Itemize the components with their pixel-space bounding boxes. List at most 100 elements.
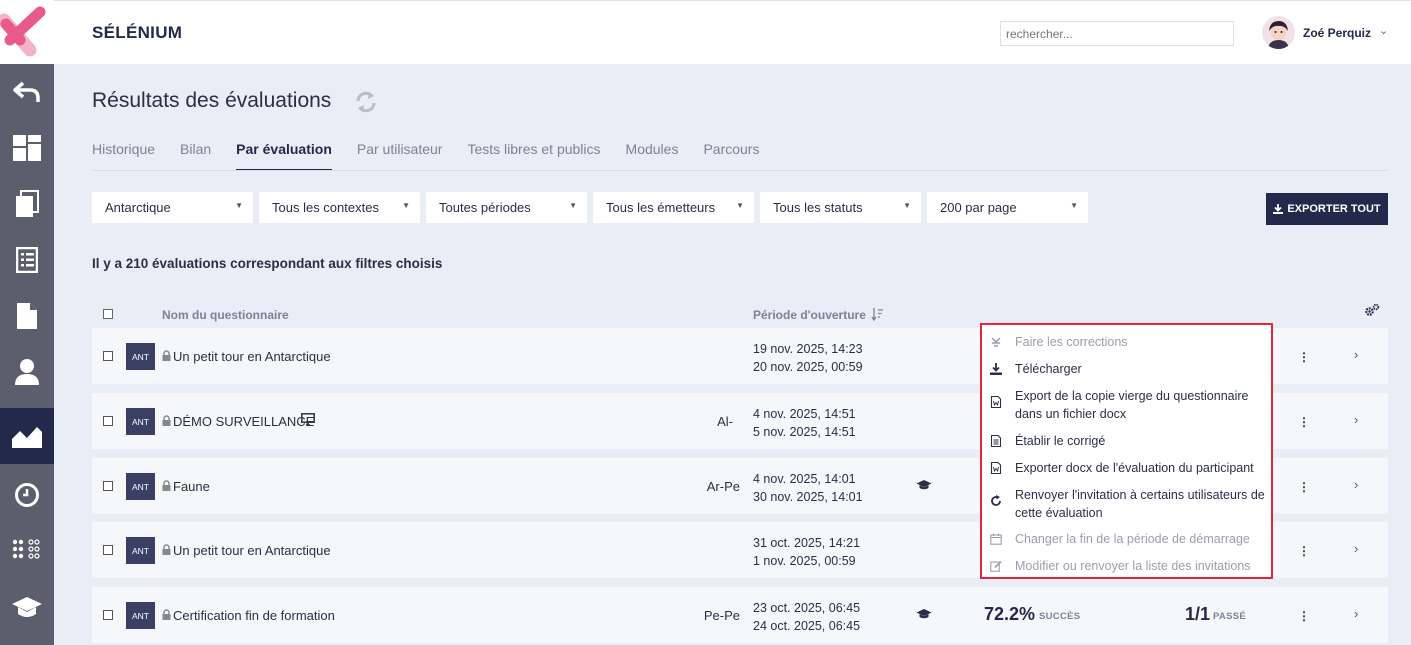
period-start: 4 nov. 2025, 14:51 bbox=[753, 407, 856, 421]
download-icon bbox=[1273, 204, 1284, 214]
user-icon[interactable] bbox=[0, 344, 54, 400]
filter-label: Tous les statuts bbox=[773, 200, 863, 215]
corrections-icon bbox=[991, 337, 1001, 347]
row-checkbox[interactable] bbox=[103, 481, 113, 491]
filter-status-select[interactable]: Tous les statuts ▼ bbox=[760, 192, 921, 223]
questionnaire-name[interactable]: DÉMO SURVEILLANCE bbox=[173, 414, 314, 429]
period-end: 1 nov. 2025, 00:59 bbox=[753, 554, 856, 568]
results-chart-icon[interactable] bbox=[0, 408, 54, 464]
period-dates: 4 nov. 2025, 14:01 30 nov. 2025, 14:01 bbox=[753, 470, 863, 506]
success-rate: 72.2% bbox=[984, 604, 1036, 624]
tab-tests-libres[interactable]: Tests libres et publics bbox=[467, 141, 600, 171]
caret-down-icon: ▼ bbox=[569, 201, 577, 210]
period-end: 24 oct. 2025, 06:45 bbox=[753, 619, 861, 633]
filter-label: Tous les contextes bbox=[272, 200, 379, 215]
tab-par-utilisateur[interactable]: Par utilisateur bbox=[357, 141, 443, 171]
more-options-icon[interactable]: ⋮ bbox=[1298, 480, 1310, 494]
document-icon bbox=[990, 435, 1002, 447]
sort-icon[interactable] bbox=[871, 307, 883, 324]
caret-down-icon: ▼ bbox=[903, 201, 911, 210]
chevron-down-icon[interactable]: ⌄ bbox=[1379, 24, 1388, 37]
chevron-right-icon[interactable]: › bbox=[1354, 541, 1358, 556]
brand-name: SÉLÉNIUM bbox=[92, 23, 183, 42]
graduation-cap-icon[interactable] bbox=[0, 580, 54, 636]
filter-label: Tous les émetteurs bbox=[606, 200, 716, 215]
caret-down-icon: ▼ bbox=[402, 201, 410, 210]
search-input[interactable] bbox=[1000, 21, 1234, 46]
app-logo[interactable] bbox=[0, 0, 54, 64]
filter-emitter-select[interactable]: Tous les émetteurs ▼ bbox=[593, 192, 754, 223]
tab-par-evaluation[interactable]: Par évaluation bbox=[236, 141, 332, 171]
table-row[interactable]: ANT Certification fin de formation Pe-Pe… bbox=[92, 587, 1388, 643]
filter-contexts-select[interactable]: Tous les contextes ▼ bbox=[259, 192, 420, 223]
download-icon bbox=[990, 363, 1002, 375]
header-name[interactable]: Nom du questionnaire bbox=[162, 308, 289, 322]
filters-bar: Antarctique ▼ Tous les contextes ▼ Toutes … bbox=[92, 192, 1088, 223]
context-tag: ANT bbox=[126, 537, 155, 564]
more-options-icon[interactable]: ⋮ bbox=[1298, 609, 1310, 623]
questionnaire-name[interactable]: Faune bbox=[173, 479, 210, 494]
context-tag: ANT bbox=[126, 408, 155, 435]
chevron-right-icon[interactable]: › bbox=[1354, 477, 1358, 492]
back-icon[interactable] bbox=[0, 64, 54, 120]
settings-gears-icon[interactable] bbox=[1364, 303, 1380, 320]
row-checkbox[interactable] bbox=[103, 351, 113, 361]
code-label: Al- bbox=[717, 414, 733, 429]
lock-icon bbox=[162, 608, 171, 623]
menu-item-label: Faire les corrections bbox=[1015, 335, 1128, 349]
copies-icon[interactable] bbox=[0, 176, 54, 232]
menu-item-label: Exporter docx de l'évaluation du partici… bbox=[1015, 461, 1254, 475]
chevron-right-icon[interactable]: › bbox=[1354, 412, 1358, 427]
more-options-icon[interactable]: ⋮ bbox=[1298, 350, 1310, 364]
filter-context-select[interactable]: Antarctique ▼ bbox=[92, 192, 253, 223]
tabs-divider bbox=[92, 170, 1388, 171]
score-value: 1/1 bbox=[1185, 604, 1211, 624]
select-all-checkbox[interactable] bbox=[103, 309, 113, 319]
period-dates: 4 nov. 2025, 14:51 5 nov. 2025, 14:51 bbox=[753, 405, 856, 441]
export-all-label: EXPORTER TOUT bbox=[1287, 203, 1381, 215]
row-checkbox[interactable] bbox=[103, 545, 113, 555]
edit-icon bbox=[990, 560, 1002, 572]
menu-item-label: Export de la copie vierge du questionnai… bbox=[1015, 389, 1249, 421]
list-icon[interactable] bbox=[0, 232, 54, 288]
menu-item-label: Télécharger bbox=[1015, 362, 1082, 376]
context-tag: ANT bbox=[126, 473, 155, 500]
menu-item-label: Renvoyer l'invitation à certains utilisa… bbox=[1015, 488, 1265, 520]
export-all-button[interactable]: EXPORTER TOUT bbox=[1266, 193, 1388, 225]
apps-grid-icon[interactable] bbox=[0, 522, 54, 578]
questionnaire-name[interactable]: Certification fin de formation bbox=[173, 608, 335, 623]
period-start: 4 nov. 2025, 14:01 bbox=[753, 472, 856, 486]
chevron-right-icon[interactable]: › bbox=[1354, 606, 1358, 621]
avatar[interactable] bbox=[1262, 16, 1295, 49]
user-name[interactable]: Zoé Perquiz bbox=[1303, 26, 1371, 40]
caret-down-icon: ▼ bbox=[235, 201, 243, 210]
dashboard-icon[interactable] bbox=[0, 120, 54, 176]
questionnaire-name[interactable]: Un petit tour en Antarctique bbox=[173, 543, 331, 558]
header-period[interactable]: Période d'ouverture bbox=[753, 308, 866, 322]
word-file-icon bbox=[990, 396, 1002, 408]
file-icon[interactable] bbox=[0, 288, 54, 344]
tab-historique[interactable]: Historique bbox=[92, 141, 155, 171]
menu-item-label: Modifier ou renvoyer la liste des invita… bbox=[1015, 559, 1251, 573]
questionnaire-name[interactable]: Un petit tour en Antarctique bbox=[173, 349, 331, 364]
chevron-right-icon[interactable]: › bbox=[1354, 347, 1358, 362]
period-end: 5 nov. 2025, 14:51 bbox=[753, 425, 856, 439]
lock-icon bbox=[162, 414, 171, 429]
row-checkbox[interactable] bbox=[103, 610, 113, 620]
tab-bilan[interactable]: Bilan bbox=[180, 141, 211, 171]
refresh-icon[interactable] bbox=[354, 90, 378, 117]
clock-icon[interactable] bbox=[0, 467, 54, 523]
resend-icon bbox=[991, 495, 1001, 506]
period-dates: 19 nov. 2025, 14:23 20 nov. 2025, 00:59 bbox=[753, 340, 863, 376]
filter-period-select[interactable]: Toutes périodes ▼ bbox=[426, 192, 587, 223]
tabs-bar: Historique Bilan Par évaluation Par util… bbox=[92, 141, 759, 171]
more-options-icon[interactable]: ⋮ bbox=[1298, 544, 1310, 558]
tab-modules[interactable]: Modules bbox=[626, 141, 679, 171]
code-label: Pe-Pe bbox=[703, 608, 740, 623]
monitor-icon bbox=[301, 413, 315, 429]
code-label: Ar-Pe bbox=[706, 479, 740, 494]
more-options-icon[interactable]: ⋮ bbox=[1298, 415, 1310, 429]
filter-page-size-select[interactable]: 200 par page ▼ bbox=[927, 192, 1088, 223]
row-checkbox[interactable] bbox=[103, 416, 113, 426]
tab-parcours[interactable]: Parcours bbox=[703, 141, 759, 171]
